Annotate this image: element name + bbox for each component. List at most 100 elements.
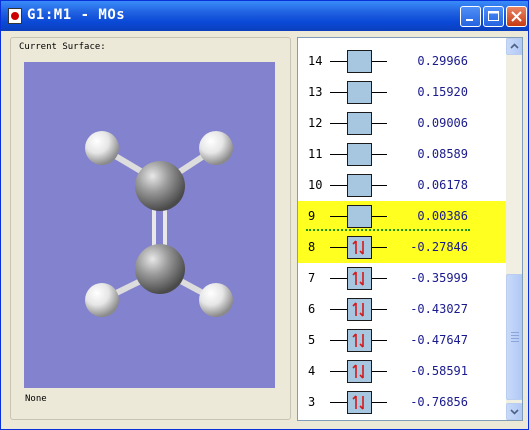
molecule-viewport[interactable]	[24, 62, 275, 388]
hydrogen-atom	[85, 283, 119, 317]
hydrogen-atom	[199, 283, 233, 317]
mo-row-3[interactable]: 3 -0.76856	[298, 387, 506, 418]
mo-level-line	[330, 278, 347, 279]
mo-energy: 0.09006	[417, 116, 468, 130]
mo-number: 4	[308, 364, 316, 378]
mo-number: 8	[308, 240, 316, 254]
scroll-up-button[interactable]	[506, 38, 522, 55]
virtual-orbital-box[interactable]	[347, 174, 372, 197]
occupied-orbital-box[interactable]	[347, 329, 372, 352]
mo-energy: -0.43027	[410, 302, 468, 316]
mo-level-line	[372, 247, 387, 248]
mo-number: 3	[308, 395, 316, 409]
occupied-orbital-box[interactable]	[347, 236, 372, 259]
electron-pair-icon	[352, 240, 364, 255]
current-surface-label: Current Surface:	[19, 42, 106, 52]
electron-pair-icon	[352, 302, 364, 317]
mo-energy: 0.06178	[417, 178, 468, 192]
virtual-orbital-box[interactable]	[347, 112, 372, 135]
mo-row-14[interactable]: 14 0.29966	[298, 46, 506, 77]
mo-energy: 0.00386	[417, 209, 468, 223]
mo-level-line	[330, 61, 347, 62]
mo-level-line	[372, 61, 387, 62]
mo-level-line	[372, 371, 387, 372]
virtual-orbital-box[interactable]	[347, 50, 372, 73]
hydrogen-atom	[199, 131, 233, 165]
mo-number: 9	[308, 209, 316, 223]
electron-pair-icon	[352, 271, 364, 286]
mo-level-line	[372, 402, 387, 403]
mo-row-6[interactable]: 6 -0.43027	[298, 294, 506, 325]
ethylene-molecule	[85, 131, 233, 317]
mo-level-line	[330, 340, 347, 341]
hydrogen-atom	[85, 131, 119, 165]
app-icon[interactable]	[8, 8, 22, 24]
surface-panel: Current Surface: None	[10, 37, 291, 420]
mo-row-4[interactable]: 4 -0.58591	[298, 356, 506, 387]
mo-row-10[interactable]: 10 0.06178	[298, 170, 506, 201]
close-button[interactable]	[506, 6, 527, 27]
mo-row-9[interactable]: 9 0.00386	[298, 201, 506, 232]
mo-energy: 0.08589	[417, 147, 468, 161]
mo-number: 13	[308, 85, 323, 99]
mo-number: 5	[308, 333, 316, 347]
scroll-down-button[interactable]	[506, 403, 522, 420]
mo-row-11[interactable]: 11 0.08589	[298, 139, 506, 170]
mo-number: 10	[308, 178, 323, 192]
mo-energy: 0.15920	[417, 85, 468, 99]
mo-number: 7	[308, 271, 316, 285]
occupied-orbital-box[interactable]	[347, 360, 372, 383]
mo-level-line	[330, 402, 347, 403]
homo-lumo-separator	[306, 229, 470, 231]
occupied-orbital-box[interactable]	[347, 391, 372, 414]
carbon-atom	[135, 244, 185, 294]
vertical-scrollbar[interactable]	[506, 38, 522, 420]
mo-level-line	[372, 278, 387, 279]
mo-level-line	[372, 123, 387, 124]
maximize-button[interactable]	[483, 6, 504, 27]
window-title: G1:M1 - MOs	[27, 7, 126, 23]
title-bar[interactable]: G1:M1 - MOs	[1, 1, 528, 31]
occupied-orbital-box[interactable]	[347, 267, 372, 290]
mo-level-line	[330, 371, 347, 372]
mo-window: G1:M1 - MOs Current Surface: None 14 0.2…	[0, 0, 529, 430]
surface-status: None	[25, 394, 47, 404]
mo-energy: -0.47647	[410, 333, 468, 347]
mo-level-line	[372, 309, 387, 310]
mo-level-line	[330, 185, 347, 186]
electron-pair-icon	[352, 364, 364, 379]
carbon-atom	[135, 161, 185, 211]
electron-pair-icon	[352, 395, 364, 410]
mo-level-line	[330, 309, 347, 310]
mo-energy: -0.58591	[410, 364, 468, 378]
mo-list-panel: 14 0.29966 13 0.15920 12 0.09006 11 0.08589 10 0.…	[297, 37, 523, 421]
mo-energy: -0.27846	[410, 240, 468, 254]
scrollbar-thumb[interactable]	[506, 274, 522, 400]
mo-level-line	[372, 216, 387, 217]
mo-number: 14	[308, 54, 323, 68]
mo-level-line	[372, 92, 387, 93]
occupied-orbital-box[interactable]	[347, 298, 372, 321]
mo-level-line	[330, 216, 347, 217]
mo-row-5[interactable]: 5 -0.47647	[298, 325, 506, 356]
mo-level-line	[372, 154, 387, 155]
virtual-orbital-box[interactable]	[347, 81, 372, 104]
mo-row-13[interactable]: 13 0.15920	[298, 77, 506, 108]
mo-level-line	[330, 247, 347, 248]
mo-row-12[interactable]: 12 0.09006	[298, 108, 506, 139]
mo-level-line	[372, 340, 387, 341]
electron-pair-icon	[352, 333, 364, 348]
mo-energy: 0.29966	[417, 54, 468, 68]
mo-level-line	[330, 92, 347, 93]
mo-level-line	[330, 123, 347, 124]
mo-energy: -0.76856	[410, 395, 468, 409]
mo-level-line	[372, 185, 387, 186]
mo-energy: -0.35999	[410, 271, 468, 285]
mo-row-8[interactable]: 8 -0.27846	[298, 232, 506, 263]
minimize-button[interactable]	[460, 6, 481, 27]
mo-level-line	[330, 154, 347, 155]
virtual-orbital-box[interactable]	[347, 143, 372, 166]
virtual-orbital-box[interactable]	[347, 205, 372, 228]
mo-row-7[interactable]: 7 -0.35999	[298, 263, 506, 294]
mo-number: 11	[308, 147, 323, 161]
